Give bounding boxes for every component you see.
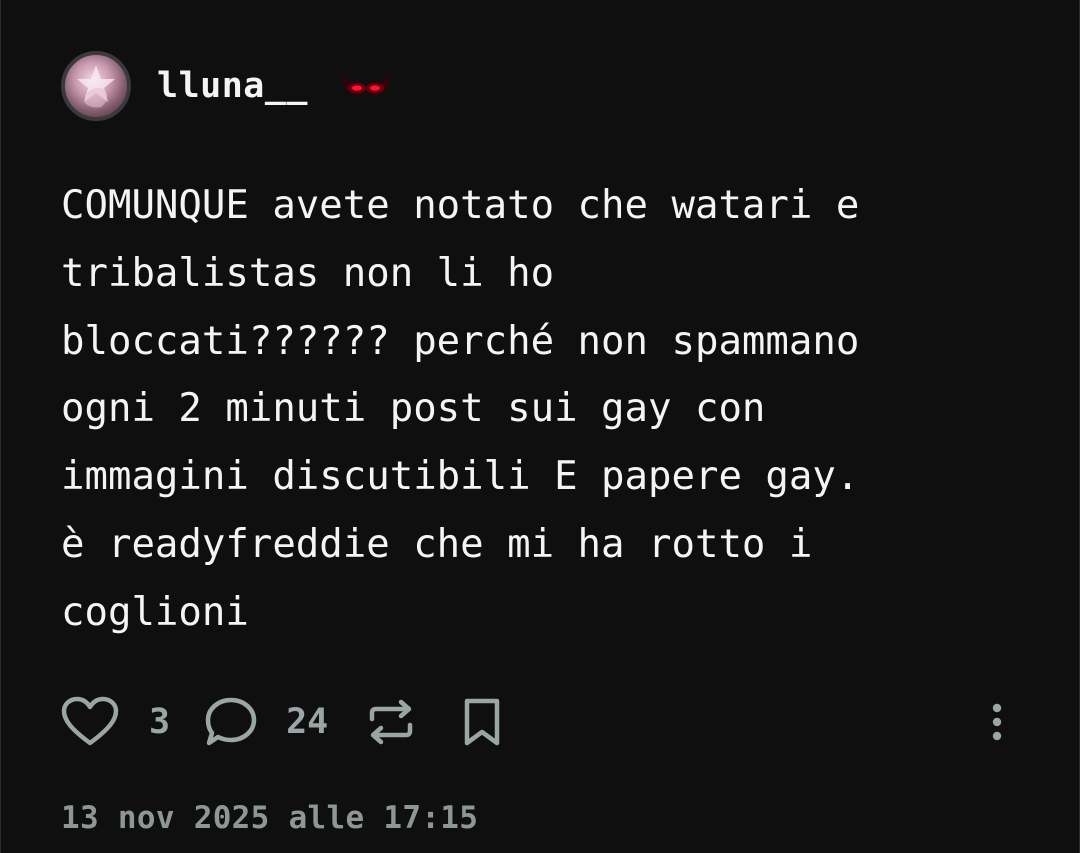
like-count: 3 [149,702,171,742]
avatar[interactable] [61,51,131,121]
comment-count: 24 [286,702,329,742]
post-text: COMUNQUE avete notato che watari e triba… [61,183,860,635]
username[interactable]: lluna__ [157,66,308,106]
post-card: lluna__ COMUNQUE avete notato che watari… [0,0,1080,853]
avatar-image [77,65,115,108]
post-actions: 3 24 [61,692,1021,752]
more-vertical-icon[interactable] [979,692,1015,752]
comment-bubble-icon[interactable] [204,692,258,752]
red-eyes-badge-icon [338,68,394,104]
post-header: lluna__ [61,48,394,124]
post-timestamp: 13 nov 2025 alle 17:15 [61,800,479,836]
heart-icon[interactable] [61,692,119,752]
bookmark-icon[interactable] [460,692,504,752]
repost-icon[interactable] [366,692,416,752]
